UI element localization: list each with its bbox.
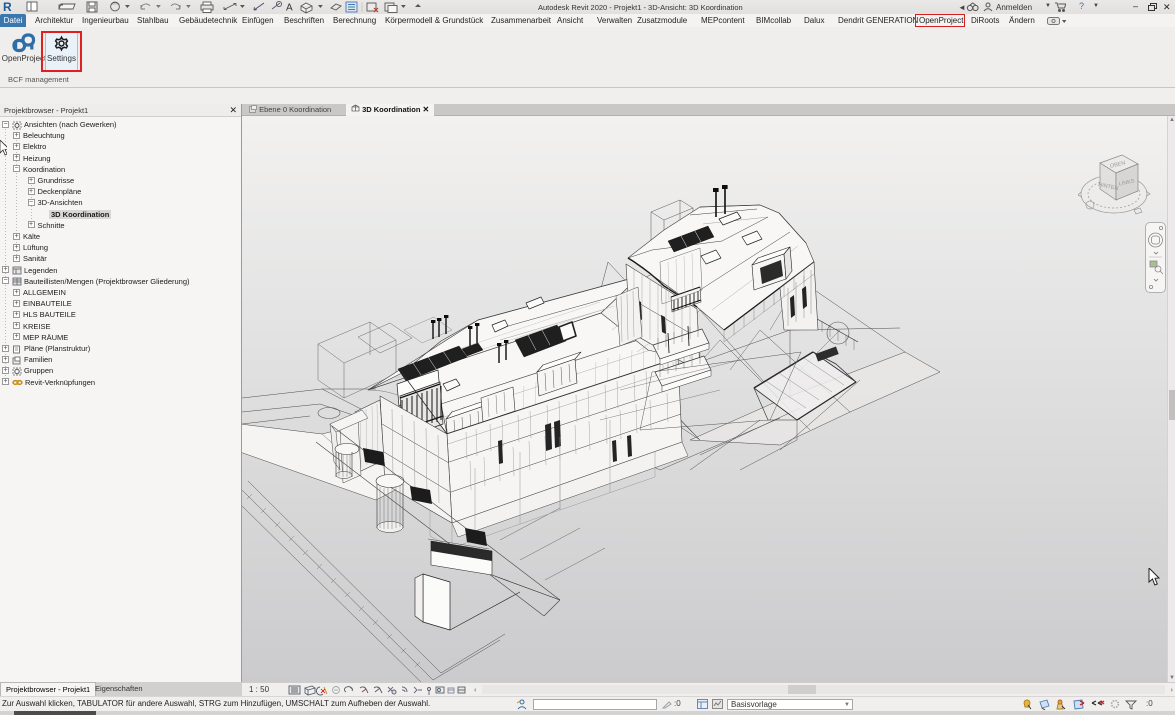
svg-text:A: A bbox=[286, 3, 293, 14]
